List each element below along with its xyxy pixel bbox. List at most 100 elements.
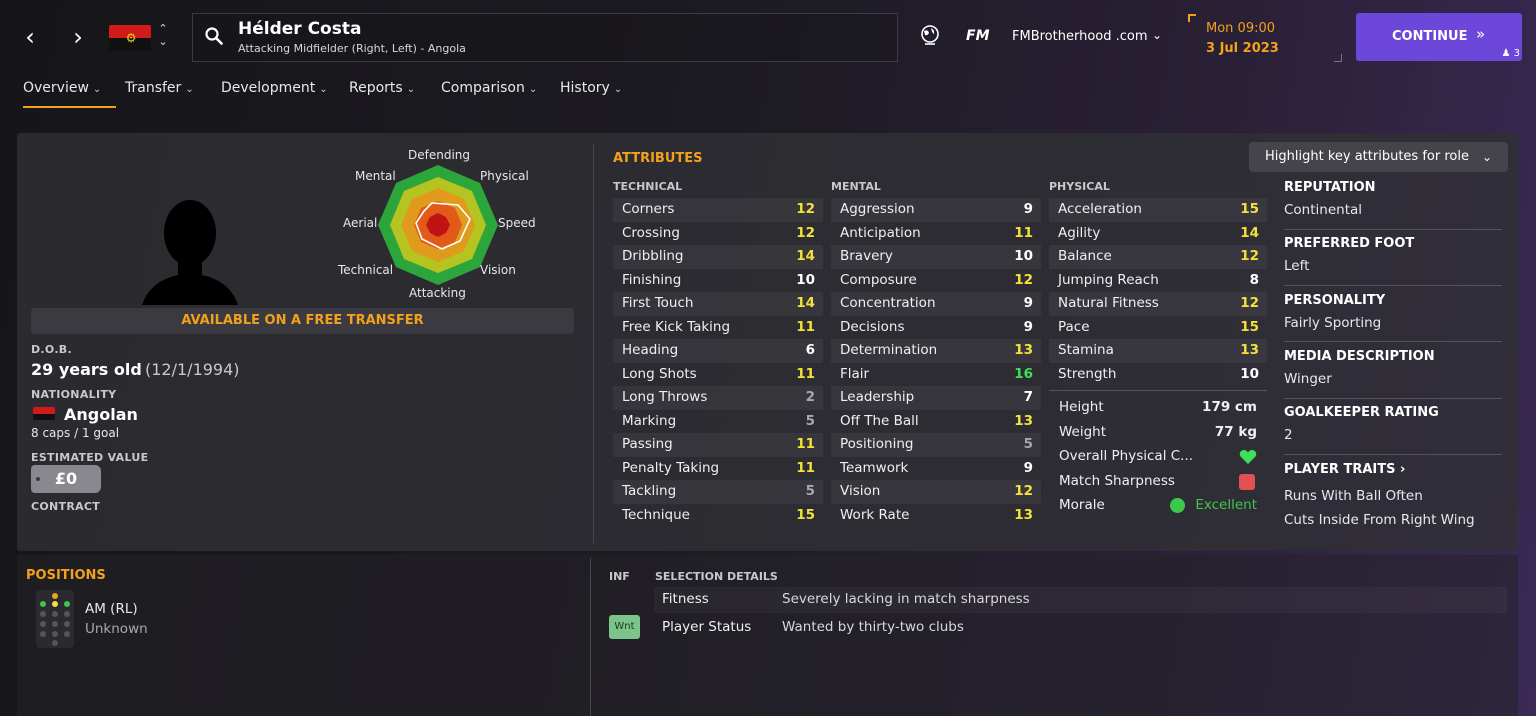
- height-value: 179 cm: [1202, 399, 1257, 415]
- attribute-value: 13: [1240, 342, 1259, 358]
- transfer-status-banner: AVAILABLE ON A FREE TRANSFER: [31, 308, 574, 334]
- chevron-down-icon: ⌄: [319, 84, 328, 95]
- attribute-row-free-kick-taking[interactable]: Free Kick Taking 11: [613, 316, 823, 340]
- angola-flag-icon[interactable]: ⚙: [109, 25, 151, 51]
- media-description-value: Winger: [1284, 371, 1332, 387]
- forward-arrow-icon[interactable]: ›: [66, 22, 90, 52]
- attribute-row-finishing[interactable]: Finishing 10: [613, 269, 823, 293]
- pitch-positions-icon: [36, 590, 74, 648]
- search-icon[interactable]: [205, 27, 223, 45]
- attribute-row-natural-fitness[interactable]: Natural Fitness 12: [1049, 292, 1267, 316]
- attribute-row-technique[interactable]: Technique 15: [613, 504, 823, 528]
- attribute-name: Determination: [840, 342, 938, 358]
- attribute-row-teamwork[interactable]: Teamwork 9: [831, 457, 1041, 481]
- attribute-value: 10: [796, 271, 815, 288]
- attribute-row-penalty-taking[interactable]: Penalty Taking 11: [613, 457, 823, 481]
- attribute-row-decisions[interactable]: Decisions 9: [831, 316, 1041, 340]
- morale-value: Excellent: [1195, 497, 1257, 513]
- attribute-row-agility[interactable]: Agility 14: [1049, 222, 1267, 246]
- attribute-row-vision[interactable]: Vision 12: [831, 480, 1041, 504]
- attributes-heading: ATTRIBUTES: [613, 151, 703, 166]
- attribute-row-tackling[interactable]: Tackling 5: [613, 480, 823, 504]
- attribute-value: 11: [796, 459, 815, 476]
- globe-icon[interactable]: [919, 24, 941, 46]
- attribute-row-bravery[interactable]: Bravery 10: [831, 245, 1041, 269]
- attribute-row-positioning[interactable]: Positioning 5: [831, 433, 1041, 457]
- chevron-down-icon: ⌄: [528, 84, 538, 95]
- morale-row[interactable]: Morale Excellent: [1049, 494, 1267, 518]
- attribute-value: 9: [1023, 318, 1033, 335]
- attribute-row-composure[interactable]: Composure 12: [831, 269, 1041, 293]
- attribute-name: Acceleration: [1058, 201, 1142, 217]
- attribute-row-anticipation[interactable]: Anticipation 11: [831, 222, 1041, 246]
- sharpness-row[interactable]: Match Sharpness: [1049, 470, 1267, 494]
- attribute-row-dribbling[interactable]: Dribbling 14: [613, 245, 823, 269]
- attribute-row-flair[interactable]: Flair 16: [831, 363, 1041, 387]
- position-value: AM (RL): [85, 601, 138, 617]
- tab-transfer[interactable]: Transfer ⌄: [125, 80, 194, 108]
- up-down-chevron-icon[interactable]: ⌃ ⌄: [156, 22, 170, 48]
- attribute-row-crossing[interactable]: Crossing 12: [613, 222, 823, 246]
- tab-development[interactable]: Development ⌄: [221, 80, 328, 108]
- back-arrow-icon[interactable]: ‹: [18, 22, 42, 52]
- attribute-row-passing[interactable]: Passing 11: [613, 433, 823, 457]
- continue-button[interactable]: CONTINUE » ♟ 3: [1356, 13, 1522, 61]
- chevron-down-icon: ⌄: [92, 84, 102, 95]
- attribute-value: 16: [1014, 365, 1033, 382]
- attribute-value: 14: [796, 295, 815, 311]
- attribute-row-work-rate[interactable]: Work Rate 13: [831, 504, 1041, 528]
- preferred-foot-label: PREFERRED FOOT: [1284, 236, 1415, 251]
- attribute-name: Pace: [1058, 318, 1090, 335]
- attribute-name: First Touch: [622, 295, 694, 311]
- attribute-row-off-the-ball[interactable]: Off The Ball 13: [831, 410, 1041, 434]
- attribute-name: Corners: [622, 201, 675, 217]
- tab-reports[interactable]: Reports ⌄: [349, 80, 415, 108]
- tab-overview[interactable]: Overview ⌄: [23, 80, 116, 108]
- attribute-row-stamina[interactable]: Stamina 13: [1049, 339, 1267, 363]
- attribute-row-marking[interactable]: Marking 5: [613, 410, 823, 434]
- attribute-row-strength[interactable]: Strength 10: [1049, 363, 1267, 387]
- reputation-value: Continental: [1284, 202, 1363, 218]
- radar-label-physical: Physical: [480, 169, 529, 183]
- attribute-row-leadership[interactable]: Leadership 7: [831, 386, 1041, 410]
- reputation-label: REPUTATION: [1284, 180, 1376, 195]
- nationality-value[interactable]: Angolan: [64, 405, 138, 424]
- attribute-row-long-throws[interactable]: Long Throws 2: [613, 386, 823, 410]
- attribute-row-aggression[interactable]: Aggression 9: [831, 198, 1041, 222]
- physical-divider: [1049, 390, 1267, 391]
- chevron-right-icon: ›: [1400, 462, 1406, 477]
- panel-divider: [590, 558, 591, 716]
- attribute-row-pace[interactable]: Pace 15: [1049, 316, 1267, 340]
- goalkeeper-rating-value: 2: [1284, 427, 1293, 443]
- caps-value: 8 caps / 1 goal: [31, 426, 120, 440]
- attribute-value: 12: [796, 201, 815, 217]
- chevron-down-icon[interactable]: ⌄: [1152, 28, 1162, 42]
- attribute-row-jumping-reach[interactable]: Jumping Reach 8: [1049, 269, 1267, 293]
- attribute-value: 9: [1023, 295, 1033, 311]
- game-date[interactable]: Mon 09:00 3 Jul 2023: [1188, 14, 1342, 62]
- player-traits-link[interactable]: PLAYER TRAITS ›: [1284, 462, 1405, 477]
- attribute-row-balance[interactable]: Balance 12: [1049, 245, 1267, 269]
- attribute-value: 15: [796, 506, 815, 523]
- attribute-row-acceleration[interactable]: Acceleration 15: [1049, 198, 1267, 222]
- tab-history[interactable]: History ⌄: [560, 80, 622, 108]
- radar-label-mental: Mental: [355, 169, 396, 183]
- attribute-row-heading[interactable]: Heading 6: [613, 339, 823, 363]
- highlight-role-dropdown[interactable]: Highlight key attributes for role ⌄: [1249, 142, 1508, 172]
- attribute-row-corners[interactable]: Corners 12: [613, 198, 823, 222]
- attribute-value: 15: [1240, 201, 1259, 217]
- attribute-name: Natural Fitness: [1058, 295, 1159, 311]
- attribute-row-concentration[interactable]: Concentration 9: [831, 292, 1041, 316]
- media-description-label: MEDIA DESCRIPTION: [1284, 349, 1435, 364]
- tab-comparison[interactable]: Comparison ⌄: [441, 80, 537, 108]
- attribute-row-determination[interactable]: Determination 13: [831, 339, 1041, 363]
- weight-row: Weight 77 kg: [1049, 421, 1267, 445]
- condition-row[interactable]: Overall Physical C...: [1049, 445, 1267, 469]
- attribute-row-long-shots[interactable]: Long Shots 11: [613, 363, 823, 387]
- tag-hole: [36, 477, 40, 481]
- player-search-box[interactable]: Hélder Costa Attacking Midfielder (Right…: [192, 13, 898, 62]
- info-divider: [1284, 229, 1502, 230]
- skin-name[interactable]: FMBrotherhood .com: [1012, 29, 1148, 44]
- attribute-row-first-touch[interactable]: First Touch 14: [613, 292, 823, 316]
- condition-label: Overall Physical C...: [1059, 448, 1194, 464]
